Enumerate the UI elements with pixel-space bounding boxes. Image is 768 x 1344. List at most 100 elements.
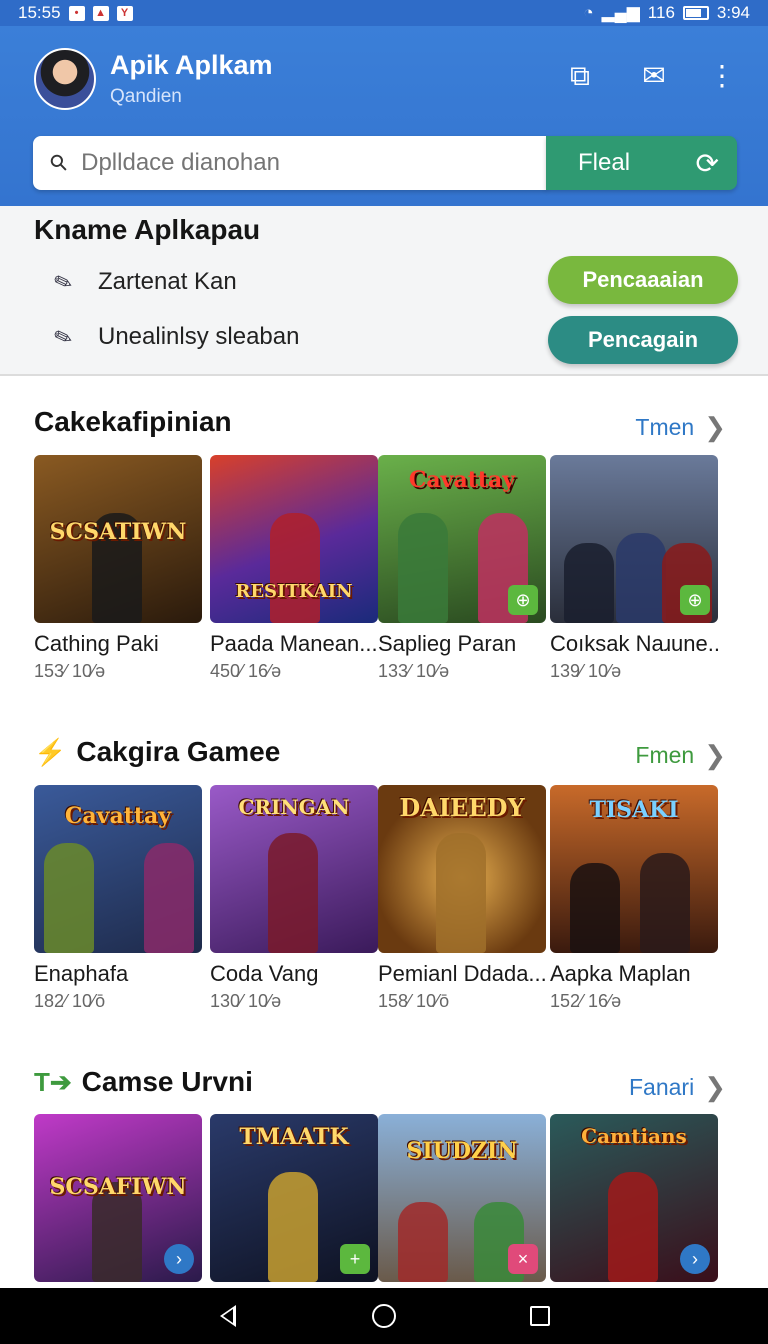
game-thumbnail: DAIEEDY (378, 785, 546, 953)
game-art-title: Cavattay (408, 467, 516, 493)
game-thumbnail: SCSAFIWN › (34, 1114, 202, 1282)
game-card[interactable]: TISAKI Aapka Maplan 152⁄ 16⁄ə (550, 785, 718, 1012)
filter-button-2[interactable]: Pencagain (548, 316, 738, 364)
game-thumbnail: Cavattay (34, 785, 202, 953)
app-title: Apik Aplkam (110, 50, 273, 80)
battery-icon (682, 6, 709, 20)
back-icon (220, 1305, 236, 1327)
see-more-link[interactable]: Tmen ❯ (635, 412, 726, 443)
recents-button[interactable] (520, 1296, 560, 1336)
chevron-right-icon: ❯ (704, 412, 726, 442)
game-thumbnail: SIUDZIN × (378, 1114, 546, 1282)
home-icon (372, 1304, 396, 1328)
game-name: Aapka Maplan (550, 961, 691, 986)
game-card[interactable]: ⊕ Coıksak Naɹune... 139⁄ 10⁄ə (550, 455, 718, 682)
arrow-icon[interactable]: › (680, 1244, 710, 1274)
game-art-title: TISAKI (589, 797, 679, 823)
game-art-title: DAIEEDY (399, 793, 525, 822)
game-name: Coda Vang (210, 961, 319, 986)
see-more-link[interactable]: Fmen ❯ (635, 740, 726, 771)
signal-icon: ▂▄▆ (601, 3, 640, 22)
filter-row: ✎ Unealinlsy sleaban (50, 323, 300, 353)
game-thumbnail: Cavattay ⊕ (378, 455, 546, 623)
filter-row: ✎ Zartenat Kan (50, 268, 237, 298)
status-bar: 15:55 • ▲ Y ◔ ▂▄▆ 116 3:94 (0, 0, 768, 26)
game-card[interactable]: SCSAFIWN › (34, 1114, 202, 1282)
notification-icon: ▲ (92, 5, 109, 21)
close-icon[interactable]: × (508, 1244, 538, 1274)
search-input[interactable] (81, 149, 502, 177)
game-card[interactable]: Cavattay ⊕ Saplieg Paran 133⁄ 10⁄ə (378, 455, 546, 682)
search-icon: ⚲ (44, 148, 74, 178)
game-name: Saplieg Paran (378, 631, 517, 656)
game-name: Cathing Paki (34, 631, 159, 656)
game-card[interactable]: Cavattay Enaphafa 182⁄ 10⁄ō (34, 785, 202, 1012)
chat-icon[interactable]: ⧉ (560, 56, 600, 96)
game-meta: 152⁄ 16⁄ə (550, 991, 622, 1011)
wifi-icon: ◔ (583, 3, 594, 22)
add-icon[interactable]: ⊕ (680, 585, 710, 615)
search-button[interactable]: Fleal ⟳ (546, 136, 737, 190)
pencil-icon: ✎ (50, 267, 77, 298)
add-icon[interactable]: ⊕ (508, 585, 538, 615)
see-more-label: Fanari (629, 1074, 695, 1100)
game-card[interactable]: Camtians › (550, 1114, 718, 1282)
game-art-title: SCSATIWN (49, 519, 187, 545)
app-subtitle: Qandien (110, 86, 182, 107)
game-art-title: TMAATK (239, 1124, 349, 1150)
see-more-link[interactable]: Fanari ❯ (629, 1072, 726, 1103)
game-thumbnail: TMAATK + (210, 1114, 378, 1282)
game-thumbnail: CRINGAN (210, 785, 378, 953)
arrow-icon[interactable]: › (164, 1244, 194, 1274)
search-button-label: Fleal (578, 149, 631, 176)
game-art-title: SCSAFIWN (49, 1174, 187, 1200)
game-card[interactable]: RESITKAIN Paada Manean... 450⁄ 16⁄ə (210, 455, 378, 682)
game-art-title: CRINGAN (238, 795, 350, 819)
game-meta: 158⁄ 10⁄ō (378, 991, 450, 1011)
game-thumbnail: TISAKI (550, 785, 718, 953)
mail-icon[interactable]: ✉ (634, 56, 674, 96)
see-more-label: Tmen (635, 414, 695, 440)
navigation-bar (0, 1288, 768, 1344)
filter-row-label: Zartenat Kan (98, 268, 237, 295)
filter-row-label: Unealinlsy sleaban (98, 323, 300, 350)
filter-card: Kname Aplkapau ✎ Zartenat Kan Pencaaaian… (0, 206, 768, 376)
notification-icon: Y (116, 5, 133, 21)
home-button[interactable] (364, 1296, 404, 1336)
game-art-title: Camtians (581, 1124, 687, 1148)
game-card[interactable]: DAIEEDY Pemianl Ddada... 158⁄ 10⁄ō (378, 785, 546, 1012)
section-title: T➔ Camse Urvni (34, 1066, 253, 1098)
game-thumbnail: ⊕ (550, 455, 718, 623)
section-title: ⚡ Cakgira Gamee (34, 736, 280, 768)
game-card[interactable]: SCSATIWN Cathing Paki 153⁄ 10⁄ə (34, 455, 202, 682)
status-time: 15:55 (18, 3, 61, 22)
search-field[interactable]: ⚲ (33, 136, 547, 190)
game-thumbnail: SCSATIWN (34, 455, 202, 623)
pencil-icon: ✎ (50, 322, 77, 353)
filter-title: Kname Aplkapau (34, 214, 261, 245)
filter-button-1[interactable]: Pencaaaian (548, 256, 738, 304)
see-more-label: Fmen (635, 742, 695, 768)
section-title-text: Cakgira Gamee (76, 736, 281, 767)
game-card[interactable]: SIUDZIN × (378, 1114, 546, 1282)
game-meta: 139⁄ 10⁄ə (550, 661, 622, 681)
game-meta: 182⁄ 10⁄ō (34, 991, 106, 1011)
lightning-icon: ⚡ (34, 736, 67, 767)
notification-icon: • (68, 5, 85, 21)
game-card[interactable]: CRINGAN Coda Vang 130⁄ 10⁄ə (210, 785, 378, 1012)
section-title: Cakekafipinian (34, 406, 232, 438)
game-art-title: Cavattay (64, 803, 172, 829)
back-button[interactable] (208, 1296, 248, 1336)
signal-label: 116 (647, 3, 675, 22)
chevron-right-icon: ❯ (704, 740, 726, 770)
game-card[interactable]: TMAATK + (210, 1114, 378, 1282)
avatar[interactable] (34, 48, 96, 110)
add-icon[interactable]: + (340, 1244, 370, 1274)
game-name: Paada Manean... (210, 631, 378, 656)
game-thumbnail: Camtians › (550, 1114, 718, 1282)
recents-icon (530, 1306, 550, 1326)
app-header: Apik Aplkam Qandien ⧉ ✉ ⋮ ⚲ Fleal ⟳ (0, 26, 768, 206)
chevron-right-icon: ❯ (704, 1072, 726, 1102)
game-thumbnail: RESITKAIN (210, 455, 378, 623)
more-icon[interactable]: ⋮ (702, 56, 742, 96)
